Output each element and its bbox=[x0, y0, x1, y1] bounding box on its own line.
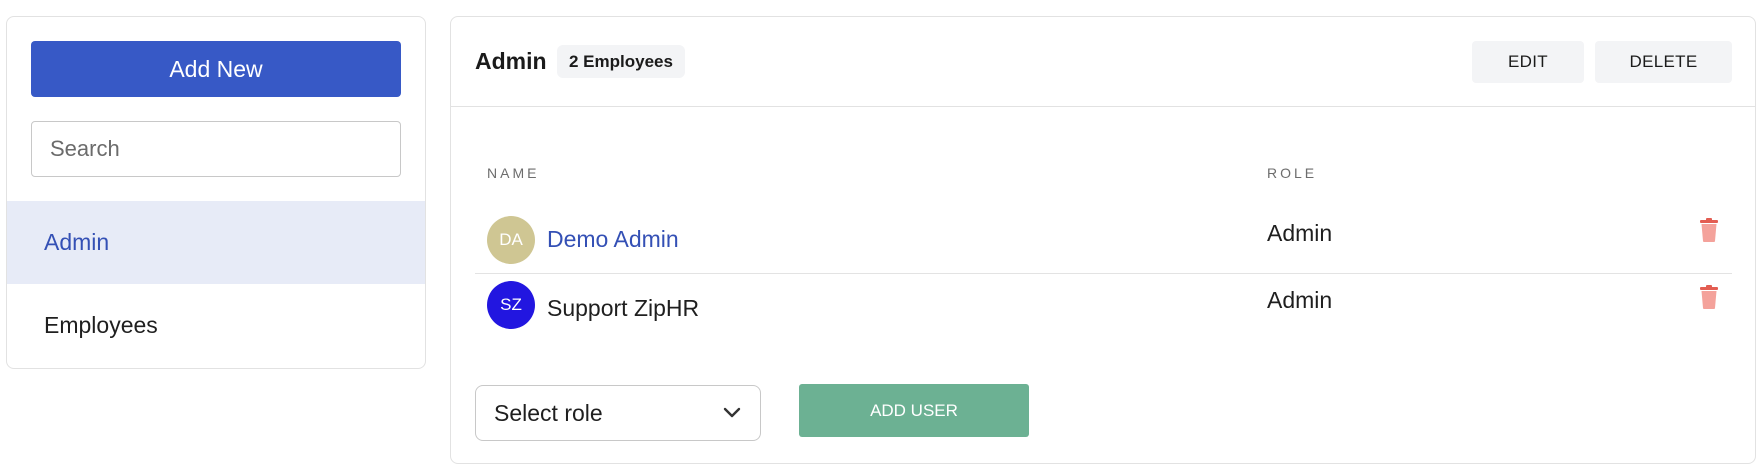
chevron-down-icon bbox=[723, 407, 741, 418]
table-row: SZ Support ZipHR Admin bbox=[475, 275, 1732, 345]
role-select[interactable]: Select role bbox=[475, 385, 761, 441]
group-header: Admin 2 Employees EDIT DELETE bbox=[451, 17, 1755, 107]
role-select-value: Select role bbox=[494, 399, 603, 426]
search-input[interactable] bbox=[31, 121, 401, 177]
avatar: DA bbox=[487, 216, 535, 264]
column-header-role: ROLE bbox=[1267, 165, 1318, 181]
group-title: Admin bbox=[475, 48, 547, 74]
trash-icon[interactable] bbox=[1698, 217, 1720, 243]
user-role: Admin bbox=[1267, 220, 1333, 246]
user-name-link[interactable]: Demo Admin bbox=[547, 226, 679, 253]
group-item-employees[interactable]: Employees bbox=[7, 284, 425, 367]
group-item-admin[interactable]: Admin bbox=[7, 201, 425, 284]
user-name: Support ZipHR bbox=[547, 295, 700, 321]
edit-button[interactable]: EDIT bbox=[1472, 41, 1584, 83]
add-new-button[interactable]: Add New bbox=[31, 41, 401, 97]
column-header-name: NAME bbox=[487, 165, 540, 181]
employee-count-badge: 2 Employees bbox=[557, 45, 685, 78]
avatar: SZ bbox=[487, 281, 535, 329]
add-user-button[interactable]: ADD USER bbox=[799, 384, 1029, 437]
group-list: Admin Employees bbox=[7, 201, 425, 367]
group-detail-panel: Admin 2 Employees EDIT DELETE NAME ROLE … bbox=[450, 16, 1756, 464]
delete-button[interactable]: DELETE bbox=[1595, 41, 1732, 83]
table-row: DA Demo Admin Admin bbox=[475, 204, 1732, 274]
trash-icon[interactable] bbox=[1698, 284, 1720, 310]
groups-panel: Add New Admin Employees bbox=[6, 16, 426, 369]
user-role: Admin bbox=[1267, 287, 1333, 313]
